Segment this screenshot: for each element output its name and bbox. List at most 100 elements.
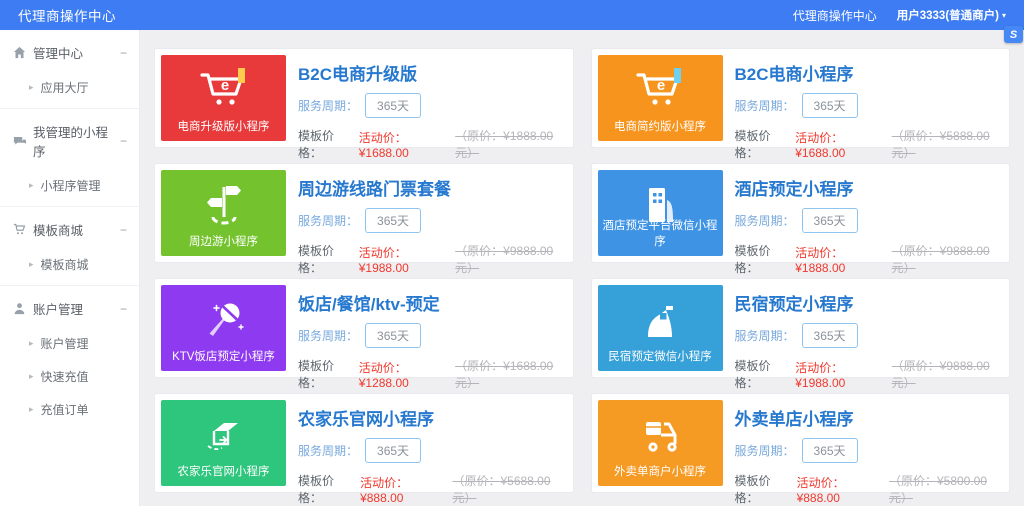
- active-price: 活动价：¥1288.00: [359, 359, 448, 390]
- template-card: 民宿预定微信小程序 民宿预定小程序 服务周期： 365天 模板价格： 活动价：¥…: [591, 278, 1011, 378]
- sidebar-item-account-management[interactable]: ▸ 账户管理: [0, 327, 139, 360]
- price-label: 模板价格：: [735, 357, 790, 391]
- original-price: （原价：¥9888.00元）: [892, 357, 1003, 391]
- price-label: 模板价格：: [735, 127, 790, 161]
- service-period-row: 服务周期： 365天: [298, 208, 567, 233]
- card-title[interactable]: 酒店预定小程序: [735, 175, 1004, 200]
- collapse-minus-icon[interactable]: −: [120, 303, 127, 315]
- price-label: 模板价格：: [298, 242, 353, 276]
- sidebar-item-recharge-orders[interactable]: ▸ 充值订单: [0, 393, 139, 426]
- template-card: 酒店预定平台微信小程序 酒店预定小程序 服务周期： 365天 模板价格： 活动价…: [591, 163, 1011, 263]
- sidebar-group-label: 我管理的小程序: [33, 122, 113, 160]
- sidebar-group-my-miniprograms[interactable]: 我管理的小程序 −: [0, 113, 139, 169]
- sidebar-item-label: 充值订单: [41, 401, 89, 418]
- tile-label: 电商简约版小程序: [598, 118, 723, 134]
- header-nav-link[interactable]: 代理商操作中心: [793, 7, 877, 24]
- user-menu-label: 用户3333(普通商户): [897, 7, 999, 23]
- template-tile[interactable]: 酒店预定平台微信小程序: [598, 170, 723, 256]
- collapse-minus-icon[interactable]: −: [120, 224, 127, 236]
- period-option[interactable]: 365天: [802, 93, 858, 118]
- floating-widget-icon[interactable]: S: [1004, 26, 1023, 43]
- service-period-row: 服务周期： 365天: [298, 323, 567, 348]
- widget-glyph: S: [1010, 29, 1017, 41]
- price-label: 模板价格：: [298, 472, 354, 506]
- sidebar-item-label: 账户管理: [41, 335, 89, 352]
- period-label: 服务周期：: [298, 327, 358, 344]
- card-title[interactable]: B2C电商小程序: [735, 60, 1004, 85]
- caret-right-icon: ▸: [29, 259, 34, 270]
- sidebar-group-label: 账户管理: [33, 299, 83, 318]
- card-title[interactable]: 民宿预定小程序: [735, 290, 1004, 315]
- card-title[interactable]: 饭店/餐馆/ktv-预定: [298, 290, 567, 315]
- active-price: 活动价：¥888.00: [360, 474, 445, 505]
- period-label: 服务周期：: [298, 97, 358, 114]
- template-tile[interactable]: KTV饭店预定小程序: [161, 285, 286, 371]
- microphone-icon: [201, 298, 247, 342]
- template-tile[interactable]: e 电商升级版小程序: [161, 55, 286, 141]
- card-title[interactable]: 外卖单店小程序: [735, 405, 1004, 430]
- top-header: 代理商操作中心 代理商操作中心 用户3333(普通商户) ▾: [0, 0, 1024, 30]
- sidebar-group-template-store[interactable]: 模板商城 −: [0, 211, 139, 248]
- original-price: （原价：¥9888.00元）: [892, 242, 1003, 276]
- original-price: （原价：¥5688.00元）: [452, 472, 566, 506]
- app-title: 代理商操作中心: [18, 5, 116, 25]
- collapse-minus-icon[interactable]: −: [120, 135, 127, 147]
- template-tile[interactable]: e 电商简约版小程序: [598, 55, 723, 141]
- sidebar-item-miniprogram-management[interactable]: ▸ 小程序管理: [0, 169, 139, 202]
- card-title[interactable]: 周边游线路门票套餐: [298, 175, 567, 200]
- price-label: 模板价格：: [735, 242, 790, 276]
- period-option[interactable]: 365天: [365, 93, 421, 118]
- tile-label: 电商升级版小程序: [161, 118, 286, 134]
- homestay-icon: [638, 299, 682, 341]
- price-label: 模板价格：: [735, 472, 791, 506]
- service-period-row: 服务周期： 365天: [298, 93, 567, 118]
- period-option[interactable]: 365天: [365, 208, 421, 233]
- template-price-row: 模板价格： 活动价：¥1888.00 （原价：¥9888.00元）: [735, 242, 1004, 276]
- original-price: （原价：¥1888.00元）: [455, 127, 566, 161]
- template-tile[interactable]: 外卖单商户小程序: [598, 400, 723, 486]
- caret-right-icon: ▸: [29, 338, 34, 349]
- sidebar-item-label: 应用大厅: [41, 79, 89, 96]
- period-label: 服务周期：: [298, 442, 358, 459]
- sidebar-item-template-store[interactable]: ▸ 模板商城: [0, 248, 139, 281]
- period-label: 服务周期：: [735, 327, 795, 344]
- sidebar-item-quick-recharge[interactable]: ▸ 快速充值: [0, 360, 139, 393]
- sidebar-item-label: 快速充值: [41, 368, 89, 385]
- sidebar: 管理中心 − ▸ 应用大厅 我管理的小程序 − ▸ 小程序管理 模板商城 − ▸…: [0, 30, 140, 506]
- cart-icon: e: [634, 68, 686, 112]
- template-card: e 电商简约版小程序 B2C电商小程序 服务周期： 365天 模板价格： 活动价…: [591, 48, 1011, 148]
- sidebar-group-account-management[interactable]: 账户管理 −: [0, 290, 139, 327]
- caret-right-icon: ▸: [29, 371, 34, 382]
- period-option[interactable]: 365天: [802, 438, 858, 463]
- sidebar-item-app-hall[interactable]: ▸ 应用大厅: [0, 71, 139, 104]
- sidebar-item-label: 模板商城: [41, 256, 89, 273]
- card-title[interactable]: B2C电商升级版: [298, 60, 567, 85]
- template-tile[interactable]: 农家乐官网小程序: [161, 400, 286, 486]
- tile-label: 酒店预定平台微信小程序: [598, 217, 723, 249]
- active-price: 活动价：¥1988.00: [795, 359, 884, 390]
- template-tile[interactable]: 周边游小程序: [161, 170, 286, 256]
- template-price-row: 模板价格： 活动价：¥888.00 （原价：¥5800.00元）: [735, 472, 1004, 506]
- template-card: KTV饭店预定小程序 饭店/餐馆/ktv-预定 服务周期： 365天 模板价格：…: [154, 278, 574, 378]
- comments-icon: [13, 135, 26, 148]
- service-period-row: 服务周期： 365天: [735, 208, 1004, 233]
- period-option[interactable]: 365天: [802, 208, 858, 233]
- tile-label: 民宿预定微信小程序: [598, 348, 723, 364]
- template-card: e 电商升级版小程序 B2C电商升级版 服务周期： 365天 模板价格： 活动价…: [154, 48, 574, 148]
- active-price: 活动价：¥1888.00: [795, 244, 884, 275]
- scooter-icon: [636, 414, 684, 456]
- card-title[interactable]: 农家乐官网小程序: [298, 405, 567, 430]
- collapse-minus-icon[interactable]: −: [120, 47, 127, 59]
- original-price: （原价：¥9888.00元）: [455, 242, 566, 276]
- original-price: （原价：¥1688.00元）: [455, 357, 566, 391]
- period-option[interactable]: 365天: [365, 438, 421, 463]
- period-option[interactable]: 365天: [365, 323, 421, 348]
- template-tile[interactable]: 民宿预定微信小程序: [598, 285, 723, 371]
- active-price: 活动价：¥888.00: [797, 474, 882, 505]
- period-label: 服务周期：: [735, 212, 795, 229]
- sidebar-group-management-center[interactable]: 管理中心 −: [0, 34, 139, 71]
- original-price: （原价：¥5888.00元）: [892, 127, 1003, 161]
- template-card: 外卖单商户小程序 外卖单店小程序 服务周期： 365天 模板价格： 活动价：¥8…: [591, 393, 1011, 493]
- user-menu[interactable]: 用户3333(普通商户) ▾: [897, 7, 1006, 23]
- period-option[interactable]: 365天: [802, 323, 858, 348]
